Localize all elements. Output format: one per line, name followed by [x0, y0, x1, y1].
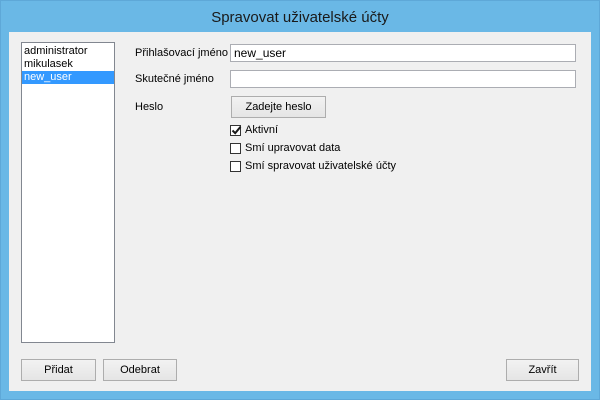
checkbox-row[interactable]: Smí spravovat uživatelské účty — [230, 159, 396, 173]
password-label: Heslo — [135, 101, 164, 113]
real-name-label: Skutečné jméno — [135, 73, 214, 85]
set-password-button[interactable]: Zadejte heslo — [231, 96, 326, 118]
manage-users-dialog: Spravovat uživatelské účty administrator… — [0, 0, 600, 400]
dialog-title: Spravovat uživatelské účty — [211, 9, 389, 26]
title-bar[interactable]: Spravovat uživatelské účty — [1, 1, 599, 32]
checkbox-row[interactable]: Aktivní — [230, 123, 278, 137]
checkbox-label: Aktivní — [245, 124, 279, 136]
checkbox-label: Smí upravovat data — [245, 142, 341, 154]
login-name-input[interactable] — [230, 44, 576, 62]
checkbox-row[interactable]: Smí upravovat data — [230, 141, 340, 155]
checkbox[interactable] — [230, 124, 242, 136]
login-name-label: Přihlašovací jméno — [135, 47, 228, 59]
checkbox-label: Smí spravovat uživatelské účty — [245, 160, 397, 172]
add-user-button[interactable]: Přidat — [21, 359, 96, 381]
checkbox[interactable] — [230, 160, 241, 172]
checkbox[interactable] — [230, 142, 241, 154]
close-button[interactable]: Zavřít — [506, 359, 579, 381]
dialog-content: administrator mikulasek new_user Přihlašov… — [9, 32, 591, 391]
list-item[interactable]: new_user — [22, 71, 114, 84]
list-item[interactable]: administrator — [22, 45, 114, 58]
check-mark-icon — [231, 125, 242, 135]
user-list[interactable]: administrator mikulasek new_user — [21, 42, 115, 343]
remove-user-button[interactable]: Odebrat — [103, 359, 177, 381]
real-name-input[interactable] — [230, 70, 576, 88]
list-item[interactable]: mikulasek — [22, 58, 114, 71]
